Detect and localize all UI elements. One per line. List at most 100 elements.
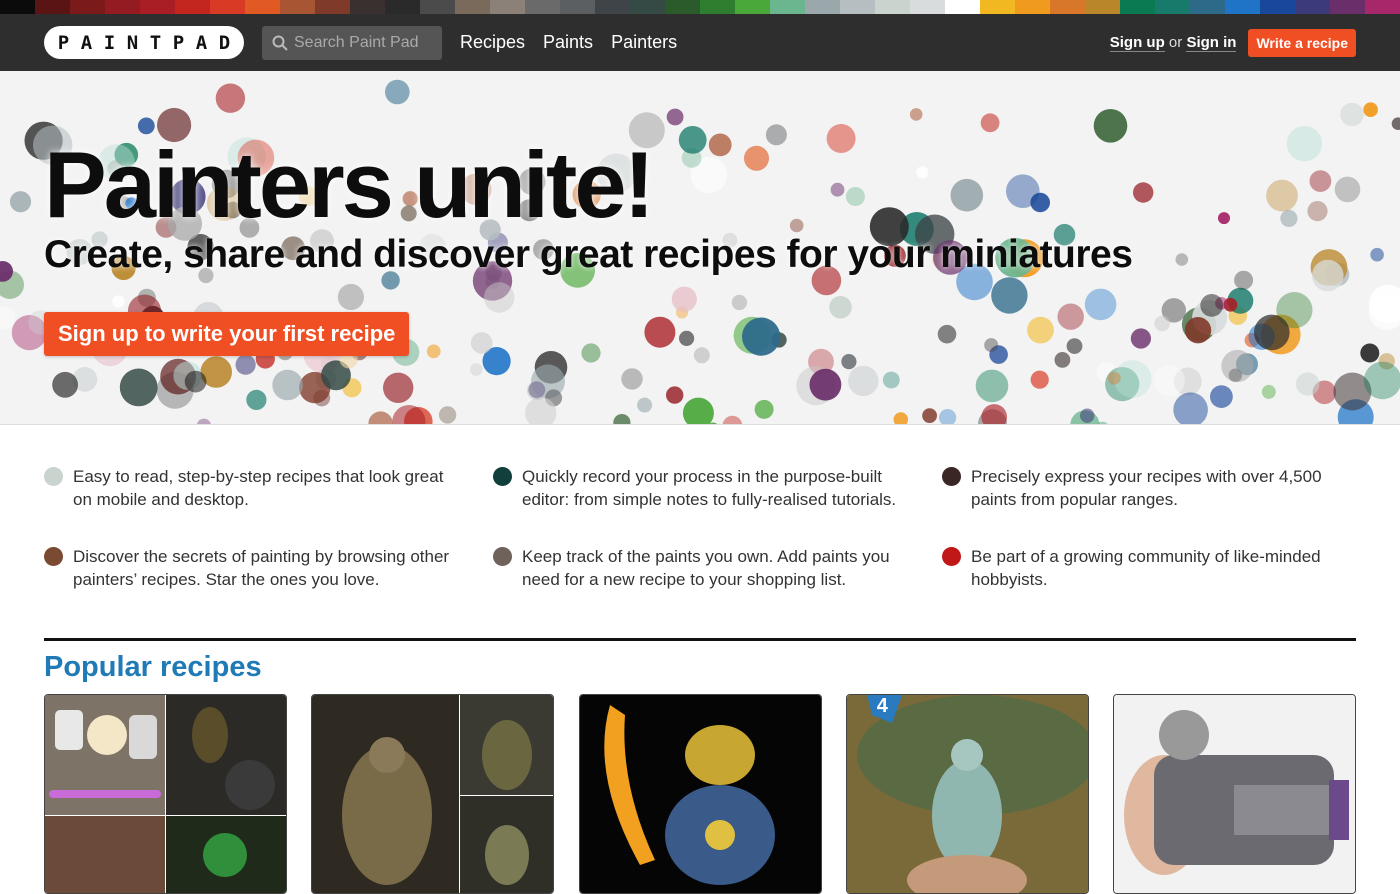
main-nav: Recipes Paints Painters — [460, 32, 695, 53]
feature-text: Discover the secrets of painting by brow… — [73, 547, 450, 589]
search-icon — [272, 35, 288, 51]
color-swatch — [1260, 0, 1295, 14]
paint-dot — [708, 133, 732, 157]
paint-dot — [1093, 109, 1128, 143]
recipe-card[interactable] — [1113, 694, 1356, 894]
recipe-card[interactable] — [44, 694, 287, 894]
paint-dot — [1334, 176, 1361, 203]
paint-dot — [119, 368, 158, 407]
paint-dot — [1154, 315, 1171, 332]
feature-item: Quickly record your process in the purpo… — [493, 465, 942, 511]
paint-dot — [1057, 303, 1084, 330]
paint-dot — [845, 187, 865, 206]
color-swatch — [595, 0, 630, 14]
write-recipe-button[interactable]: Write a recipe — [1248, 28, 1356, 57]
paint-dot — [981, 404, 1007, 424]
paint-dot — [484, 282, 515, 313]
color-swatch — [1085, 0, 1120, 14]
paint-dot — [1266, 179, 1298, 212]
paint-dot — [666, 108, 684, 126]
logo-letter: I — [103, 31, 116, 54]
paint-dot — [1391, 117, 1400, 130]
auth-links: Sign up or Sign in — [1109, 34, 1237, 52]
paint-dot — [830, 182, 845, 197]
paint-dot — [272, 369, 303, 401]
color-swatch — [280, 0, 315, 14]
paint-dot — [789, 218, 804, 233]
paint-dot — [950, 178, 984, 212]
paint-dot — [1309, 170, 1332, 192]
popular-recipes-section: Popular recipes 4 — [44, 638, 1356, 894]
paint-dot — [1084, 288, 1117, 321]
paint-dot — [682, 397, 714, 424]
color-swatch — [560, 0, 595, 14]
paint-dot — [975, 369, 1009, 403]
color-swatch — [630, 0, 665, 14]
nav-recipes-link[interactable]: Recipes — [460, 32, 525, 53]
hero-title: Painters unite! — [44, 132, 655, 237]
paint-dot — [984, 338, 999, 353]
color-swatch — [35, 0, 70, 14]
paint-dot — [829, 296, 852, 319]
paint-dot — [1296, 372, 1320, 396]
paint-dot — [1307, 201, 1328, 222]
logo-letter: D — [218, 31, 231, 54]
search-input[interactable] — [294, 33, 434, 52]
paint-dot — [1066, 338, 1083, 354]
logo-letter: A — [80, 31, 93, 54]
paint-dot — [1006, 174, 1040, 208]
paint-dot — [613, 414, 631, 424]
color-swatch — [980, 0, 1015, 14]
recipe-card[interactable] — [578, 694, 822, 894]
sign-in-link[interactable]: Sign in — [1186, 34, 1237, 52]
feature-text: Keep track of the paints you own. Add pa… — [522, 547, 890, 589]
paint-dot — [368, 411, 393, 424]
popular-recipes-title: Popular recipes — [44, 651, 262, 683]
paint-dot — [1027, 316, 1054, 344]
feature-text: Easy to read, step-by-step recipes that … — [73, 467, 444, 509]
paint-dot — [809, 368, 842, 401]
color-swatch — [700, 0, 735, 14]
signup-cta-button[interactable]: Sign up to write your first recipe — [44, 312, 410, 356]
search-box[interactable] — [262, 25, 442, 60]
paint-dot — [742, 317, 781, 356]
color-swatch — [945, 0, 980, 14]
paint-dot — [581, 343, 601, 363]
paint-dot — [215, 83, 246, 113]
logo-letter: T — [149, 31, 162, 54]
feature-item: Discover the secrets of painting by brow… — [44, 545, 493, 591]
color-swatch — [490, 0, 525, 14]
recipe-cards: 4 — [44, 694, 1356, 894]
paint-dot — [1363, 102, 1378, 117]
color-swatch — [245, 0, 280, 14]
paint-dot — [383, 372, 414, 403]
paint-dot — [1360, 343, 1380, 363]
logo-letter: N — [126, 31, 139, 54]
color-swatch — [0, 0, 35, 14]
color-swatch — [455, 0, 490, 14]
paint-dot — [1080, 408, 1095, 423]
paint-dot — [1054, 352, 1071, 368]
paint-dot — [644, 316, 676, 348]
sign-up-link[interactable]: Sign up — [1109, 34, 1165, 52]
paint-dot — [1133, 182, 1154, 203]
feature-bullet — [44, 467, 63, 486]
nav-painters-link[interactable]: Painters — [611, 32, 677, 53]
nav-paints-link[interactable]: Paints — [543, 32, 593, 53]
paint-dot — [1184, 317, 1212, 344]
account-nav: Sign up or Sign in Write a recipe — [1109, 14, 1356, 71]
paint-dot — [235, 354, 256, 375]
recipe-card[interactable]: 4 — [845, 694, 1089, 894]
color-swatch — [385, 0, 420, 14]
color-swatch — [315, 0, 350, 14]
paint-dot — [916, 166, 929, 179]
paint-dot — [744, 145, 769, 171]
logo-letter: A — [195, 31, 208, 54]
paint-dot — [1363, 361, 1400, 400]
color-swatch — [805, 0, 840, 14]
paint-dot — [731, 294, 748, 311]
paintpad-logo[interactable]: PAINTPAD — [44, 26, 244, 59]
recipe-card[interactable] — [311, 694, 555, 894]
paint-dot — [1030, 370, 1049, 389]
paint-dot — [893, 412, 909, 424]
